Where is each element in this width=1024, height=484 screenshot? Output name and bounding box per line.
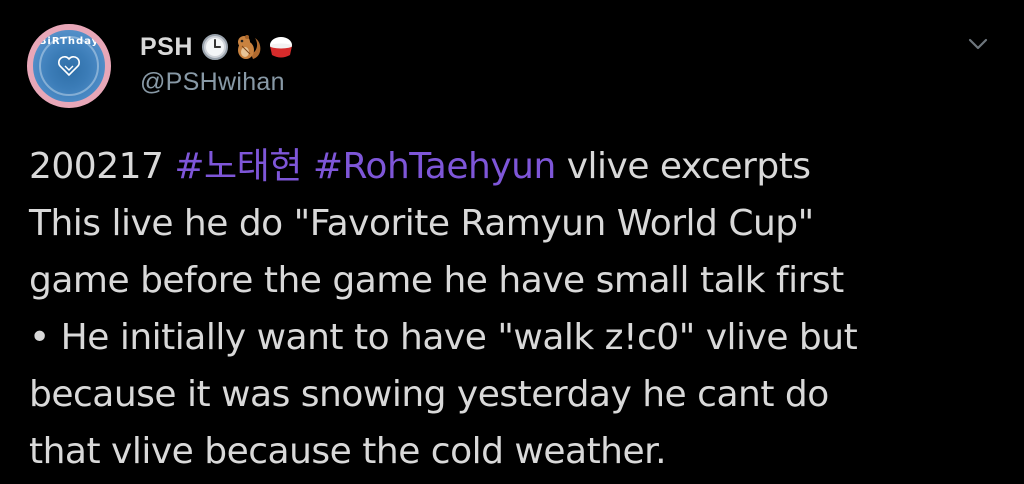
hashtag-link[interactable]: #노태현	[174, 146, 302, 187]
tweet-line-3: game before the game he have small talk …	[29, 260, 844, 301]
heart-logo-icon	[58, 56, 80, 77]
clock-icon	[201, 34, 228, 60]
tweet-line-5: because it was snowing yesterday he cant…	[29, 374, 829, 415]
tweet-line-2: This live he do "Favorite Ramyun World C…	[29, 203, 814, 244]
avatar[interactable]: BiRThday	[27, 24, 111, 108]
date-text: 200217	[29, 146, 175, 187]
author-name-row[interactable]: PSH	[140, 30, 295, 64]
avatar-text: BiRThday	[38, 36, 100, 47]
rice-icon	[269, 37, 292, 58]
tweet-text: 200217 #노태현 #RohTaehyun vlive excerpts T…	[29, 138, 1009, 480]
chevron-down-icon[interactable]	[964, 34, 992, 54]
author-handle[interactable]: @PSHwihan	[140, 68, 285, 97]
display-name[interactable]: PSH	[140, 33, 193, 62]
excerpt-text: vlive excerpts	[555, 146, 811, 187]
tweet-line-6: that vlive because the cold weather.	[29, 431, 667, 472]
tweet: BiRThday PSH @PSHwihan 200217 #노태현 #RohT…	[0, 0, 1024, 484]
space-text	[302, 146, 313, 187]
hashtag-link[interactable]: #RohTaehyun	[313, 146, 556, 187]
tweet-line-4: • He initially want to have "walk z!c0" …	[29, 317, 858, 358]
tweet-line-1: 200217 #노태현 #RohTaehyun vlive excerpts	[29, 138, 1009, 195]
chipmunk-icon	[237, 35, 261, 59]
